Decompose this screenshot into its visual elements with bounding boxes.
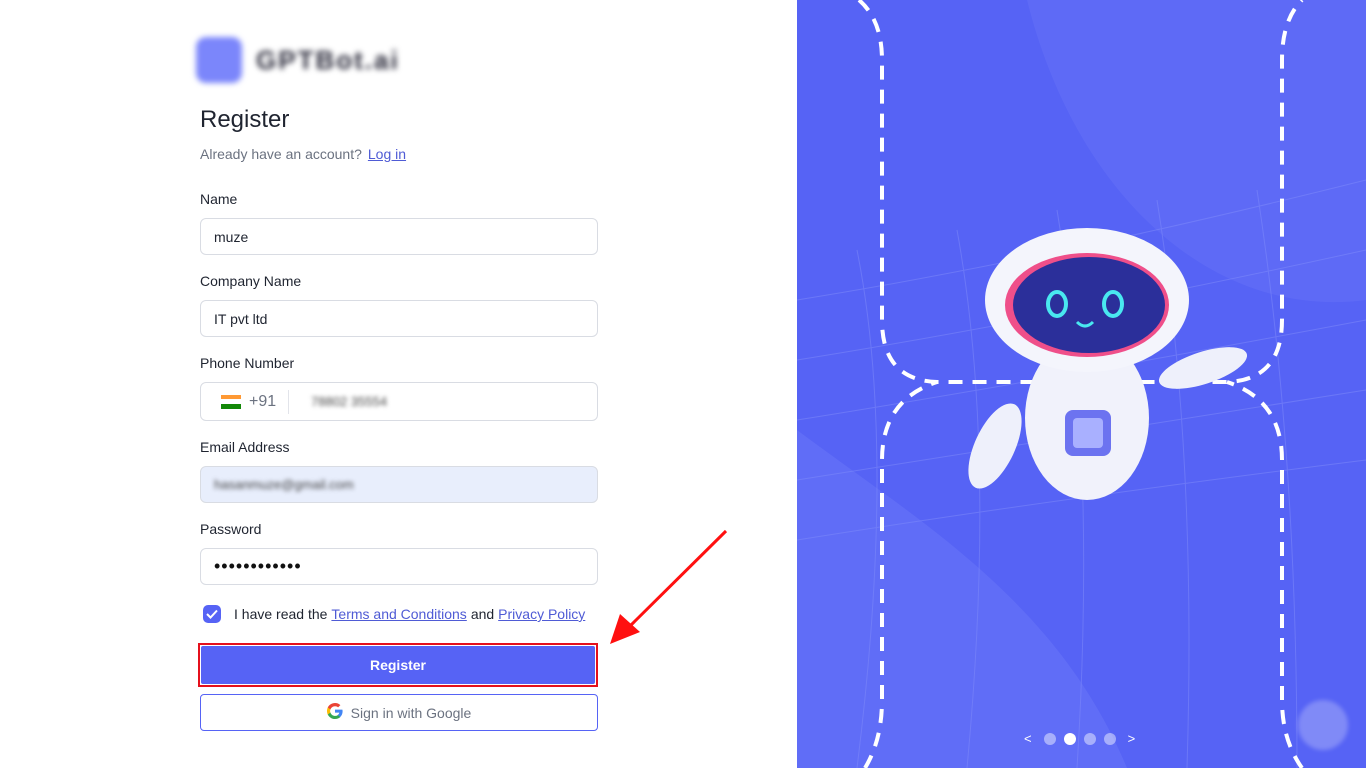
email-field[interactable]: hasanmuze@gmail.com [200,466,598,503]
india-flag-icon[interactable] [221,394,241,409]
terms-link[interactable]: Terms and Conditions [331,606,466,622]
annotation-arrow [610,529,728,644]
login-link[interactable]: Log in [368,146,406,162]
brand-logo: GPTBot.ai [196,36,400,84]
register-panel: GPTBot.ai Register Already have an accou… [0,0,797,768]
password-field[interactable]: •••••••••••• [200,548,598,585]
google-icon [326,702,343,723]
robot-illustration [797,0,1366,768]
illustration-panel: < > [797,0,1366,768]
password-value: •••••••••••• [214,556,302,576]
carousel-prev-button[interactable]: < [1020,731,1036,746]
login-prompt: Already have an account? Log in [200,146,406,162]
carousel-next-button[interactable]: > [1124,731,1140,746]
email-label: Email Address [200,439,290,455]
company-label: Company Name [200,273,302,289]
password-label: Password [200,521,262,537]
carousel-dot-3[interactable] [1083,732,1096,745]
carousel-controls: < > [1020,731,1139,746]
carousel-dot-1[interactable] [1043,732,1056,745]
agree-and: and [470,606,495,622]
name-label: Name [200,191,238,207]
check-icon [206,609,218,619]
phone-label: Phone Number [200,355,295,371]
logo-text: GPTBot.ai [256,44,400,75]
email-value: hasanmuze@gmail.com [214,477,354,492]
carousel-dot-4[interactable] [1103,732,1116,745]
privacy-link[interactable]: Privacy Policy [498,606,585,622]
terms-agreement: I have read the Terms and Conditions and… [203,605,589,623]
company-field[interactable] [200,300,598,337]
phone-divider [288,389,290,414]
agree-checkbox[interactable] [203,605,221,623]
name-field[interactable] [200,218,598,255]
register-button[interactable]: Register [201,646,595,684]
logo-mark [196,37,242,83]
login-prompt-text: Already have an account? [200,146,362,162]
phone-field[interactable]: +91 78802 35554 [200,382,598,421]
phone-value[interactable]: 78802 35554 [311,394,387,409]
page-title: Register [200,106,290,133]
agree-prefix: I have read the [234,606,328,622]
google-signin-button[interactable]: Sign in with Google [200,694,598,731]
carousel-dot-2[interactable] [1063,732,1076,745]
country-code[interactable]: +91 [249,393,276,411]
chat-widget-button[interactable] [1298,700,1348,750]
google-button-label: Sign in with Google [350,704,472,721]
